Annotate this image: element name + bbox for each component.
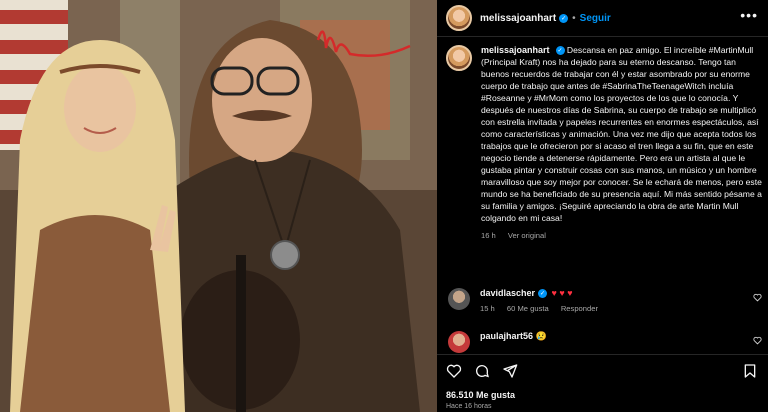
- caption: melissajoanhart ✓ Descansa en paz amigo. …: [437, 44, 768, 242]
- comment-body: paulajhart56 😢: [480, 331, 547, 353]
- caption-text: Descansa en paz amigo. El increíble #Mar…: [481, 45, 762, 223]
- caption-age[interactable]: 16 h: [481, 231, 496, 240]
- share-icon[interactable]: [502, 363, 518, 379]
- comment-age: 15 h: [480, 304, 495, 314]
- comment-body: davidlascher ✓ ♥ ♥ ♥ 15 h 60 Me gusta Res…: [480, 288, 598, 313]
- verified-icon: ✓: [559, 13, 569, 23]
- avatar[interactable]: [448, 288, 470, 310]
- comment-meta: 15 h 60 Me gusta Responder: [480, 304, 598, 313]
- post-photo[interactable]: [0, 0, 437, 412]
- post-side-panel: melissajoanhart ✓ • Seguir ••• melissajo…: [437, 0, 768, 412]
- comment-username[interactable]: paulajhart56: [480, 331, 533, 341]
- avatar[interactable]: [446, 5, 472, 31]
- comment-icon[interactable]: [474, 363, 490, 379]
- comment: paulajhart56 😢: [437, 331, 768, 353]
- caption-username[interactable]: melissajoanhart: [481, 45, 550, 55]
- more-options-icon[interactable]: •••: [740, 8, 758, 22]
- action-bar: [437, 354, 768, 384]
- like-count[interactable]: 86.510 Me gusta: [446, 390, 515, 400]
- verified-icon: ✓: [538, 289, 548, 299]
- comment-text: 😢: [535, 331, 547, 341]
- verified-icon: ✓: [555, 46, 565, 56]
- heart-outline-icon[interactable]: [753, 336, 762, 345]
- comment: davidlascher ✓ ♥ ♥ ♥ 15 h 60 Me gusta Res…: [437, 288, 768, 313]
- caption-body: melissajoanhart ✓ Descansa en paz amigo. …: [481, 44, 763, 242]
- header-username[interactable]: melissajoanhart: [480, 13, 556, 24]
- post-header: melissajoanhart ✓ • Seguir •••: [437, 0, 768, 37]
- separator-dot: •: [572, 12, 576, 24]
- caption-meta: 16 h Ver original: [481, 230, 763, 242]
- follow-button[interactable]: Seguir: [580, 13, 611, 24]
- heart-outline-icon[interactable]: [753, 293, 762, 302]
- photo-illustration: [0, 0, 437, 412]
- heart-icon[interactable]: [446, 363, 462, 379]
- post-time: Hace 16 horas: [446, 403, 492, 410]
- avatar[interactable]: [446, 45, 472, 71]
- bookmark-icon[interactable]: [742, 363, 758, 379]
- reply-button[interactable]: Responder: [561, 304, 598, 313]
- comment-likes[interactable]: 60 Me gusta: [507, 304, 549, 313]
- comment-username[interactable]: davidlascher: [480, 288, 535, 298]
- avatar[interactable]: [448, 331, 470, 353]
- see-original-link[interactable]: Ver original: [508, 231, 546, 240]
- comment-text: ♥ ♥ ♥: [551, 288, 573, 298]
